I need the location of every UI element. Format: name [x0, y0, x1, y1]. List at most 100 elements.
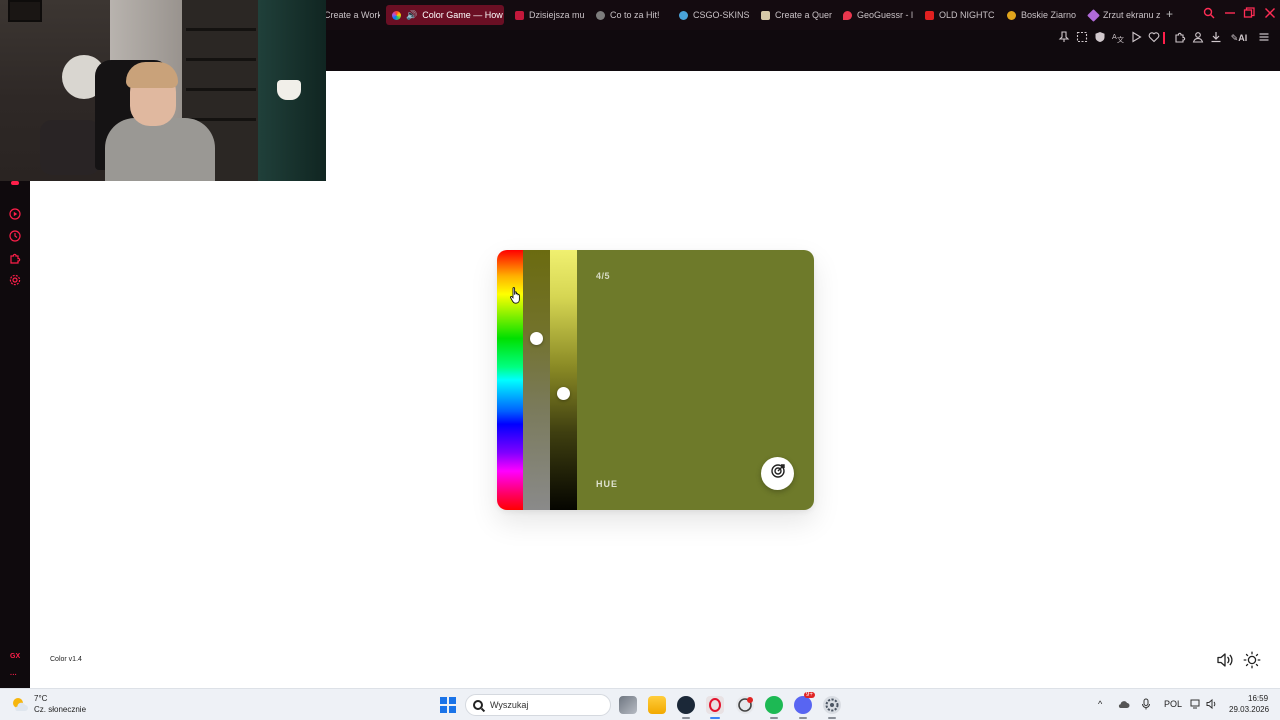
xbox-icon[interactable] — [765, 696, 783, 719]
webcam-shelf-board — [186, 88, 256, 91]
tab-old-nightc[interactable]: OLD NIGHTC — [919, 5, 997, 25]
snapshot-icon[interactable] — [1075, 31, 1089, 45]
profile-icon[interactable] — [1191, 31, 1205, 45]
sidebar-indicator — [11, 181, 19, 185]
pin-icon[interactable] — [1057, 31, 1071, 45]
webcam-overlay — [0, 0, 326, 181]
csgo-favicon-icon — [679, 10, 688, 20]
discord-badge: 9+ — [804, 692, 815, 698]
sidebar-more[interactable]: ··· — [10, 672, 17, 679]
svg-text:文: 文 — [1117, 35, 1124, 43]
discord-icon[interactable]: 9+ — [794, 692, 815, 719]
volume-icon[interactable] — [1206, 698, 1218, 713]
steam-icon[interactable] — [677, 696, 695, 719]
player-icon[interactable] — [9, 208, 21, 220]
settings-icon[interactable] — [9, 274, 21, 286]
search-placeholder: Wyszukaj — [490, 700, 529, 710]
tab-color-game[interactable]: 🔊 Color Game — How — [386, 5, 504, 25]
app-version: Color v1.4 — [50, 656, 82, 663]
pen-icon — [1087, 8, 1100, 22]
webcam-bag — [40, 120, 100, 175]
new-tab-button[interactable]: + — [1166, 8, 1173, 20]
clock-time[interactable]: 16:59 — [1248, 694, 1268, 703]
hit-favicon-icon — [596, 10, 605, 20]
webcam-person-hair — [126, 62, 178, 88]
download-icon[interactable] — [1209, 31, 1223, 45]
chevron-up-icon[interactable]: ^ — [1098, 698, 1102, 710]
saturation-slider-knob[interactable] — [530, 332, 543, 345]
lightness-slider[interactable] — [550, 250, 577, 510]
tab-title: GeoGuessr - l — [857, 10, 914, 20]
tab-title: Zrzut ekranu z — [1103, 10, 1161, 20]
tab-title: CSGO-SKINS — [693, 10, 750, 20]
taskbar-search-box[interactable]: Wyszukaj — [465, 694, 611, 716]
youtube-icon — [925, 10, 934, 20]
shield-icon[interactable] — [1093, 31, 1107, 45]
tab-geoguessr[interactable]: GeoGuessr - l — [837, 5, 915, 25]
extensions-icon[interactable] — [1173, 31, 1187, 45]
minimize-icon[interactable] — [1224, 7, 1236, 22]
toolbar-separator — [1163, 32, 1165, 44]
tab-title: Create a Quer — [775, 10, 833, 20]
play-icon[interactable] — [1129, 31, 1143, 45]
music-favicon-icon — [515, 10, 524, 20]
tab-create-a-quer[interactable]: Create a Quer — [755, 5, 833, 25]
gx-label[interactable]: GX — [10, 653, 20, 660]
saturation-slider[interactable] — [523, 250, 550, 510]
sun-icon[interactable] — [1243, 651, 1261, 669]
weather-cloud-tray-icon[interactable] — [1118, 698, 1130, 713]
hand-cursor-icon — [510, 286, 522, 309]
spotify-icon[interactable] — [736, 696, 754, 714]
map-pin-icon — [843, 10, 852, 20]
color-game-favicon-icon — [392, 10, 401, 20]
tab-dzisiejsza[interactable]: Dzisiejsza mu — [509, 5, 587, 25]
extensions-icon[interactable] — [9, 252, 21, 264]
tab-csgo-skins[interactable]: CSGO-SKINS — [673, 5, 751, 25]
webcam-person-body — [105, 118, 215, 181]
coffee-icon — [1007, 10, 1016, 20]
opera-gx-icon[interactable] — [706, 696, 724, 719]
lightness-slider-knob[interactable] — [557, 387, 570, 400]
tab-title: Color Game — How — [422, 10, 503, 20]
windows-taskbar: 7°C Cz. słonecznie Wyszukaj 9+ ^ POL 16:… — [0, 688, 1280, 720]
submit-guess-button[interactable] — [761, 457, 794, 490]
weather-temperature[interactable]: 7°C — [34, 694, 47, 703]
menu-icon[interactable] — [1257, 31, 1271, 45]
speaker-icon[interactable] — [1216, 652, 1234, 668]
tab-co-to-za-hit[interactable]: Co to za Hit! — [590, 5, 670, 25]
input-language[interactable]: POL — [1164, 698, 1182, 710]
task-view-icon[interactable] — [619, 696, 637, 714]
translate-icon[interactable]: A文 — [1111, 31, 1125, 45]
webcam-picture-frame — [8, 0, 42, 22]
clock-date[interactable]: 29.03.2026 — [1229, 705, 1269, 714]
heart-icon[interactable] — [1147, 31, 1161, 45]
color-preview: 4/5 HUE — [577, 250, 814, 510]
windows-start-icon[interactable] — [440, 697, 456, 713]
target-icon — [770, 463, 786, 484]
webcam-shelf-board — [186, 58, 256, 61]
speaker-icon[interactable]: 🔊 — [406, 10, 417, 21]
search-tabs-icon[interactable] — [1203, 7, 1215, 22]
history-icon[interactable] — [9, 230, 21, 242]
ai-button[interactable]: ✎AI — [1227, 31, 1251, 45]
color-game-card: 4/5 HUE — [497, 250, 814, 510]
tab-zrzut-ekranu[interactable]: Zrzut ekranu z — [1083, 5, 1161, 25]
page-favicon-icon — [761, 10, 770, 20]
network-icon[interactable] — [1190, 698, 1202, 713]
weather-description[interactable]: Cz. słonecznie — [34, 705, 86, 714]
tab-boskie-ziarno[interactable]: Boskie Ziarno — [1001, 5, 1079, 25]
tab-title: Create a Work — [324, 10, 380, 20]
microphone-icon[interactable] — [1141, 698, 1151, 713]
settings-icon[interactable] — [823, 696, 841, 719]
restore-icon[interactable] — [1243, 7, 1255, 22]
close-icon[interactable] — [1264, 7, 1276, 22]
tab-title: Dzisiejsza mu — [529, 10, 585, 20]
webcam-shelf-board — [186, 28, 256, 31]
file-explorer-icon[interactable] — [648, 696, 666, 714]
tab-title: Co to za Hit! — [610, 10, 660, 20]
tab-title: OLD NIGHTC — [939, 10, 995, 20]
slider-mode-label: HUE — [596, 479, 619, 489]
tab-create-a-work[interactable]: Create a Work — [318, 5, 380, 25]
tab-title: Boskie Ziarno — [1021, 10, 1077, 20]
weather-sun-cloud-icon[interactable] — [11, 696, 29, 714]
